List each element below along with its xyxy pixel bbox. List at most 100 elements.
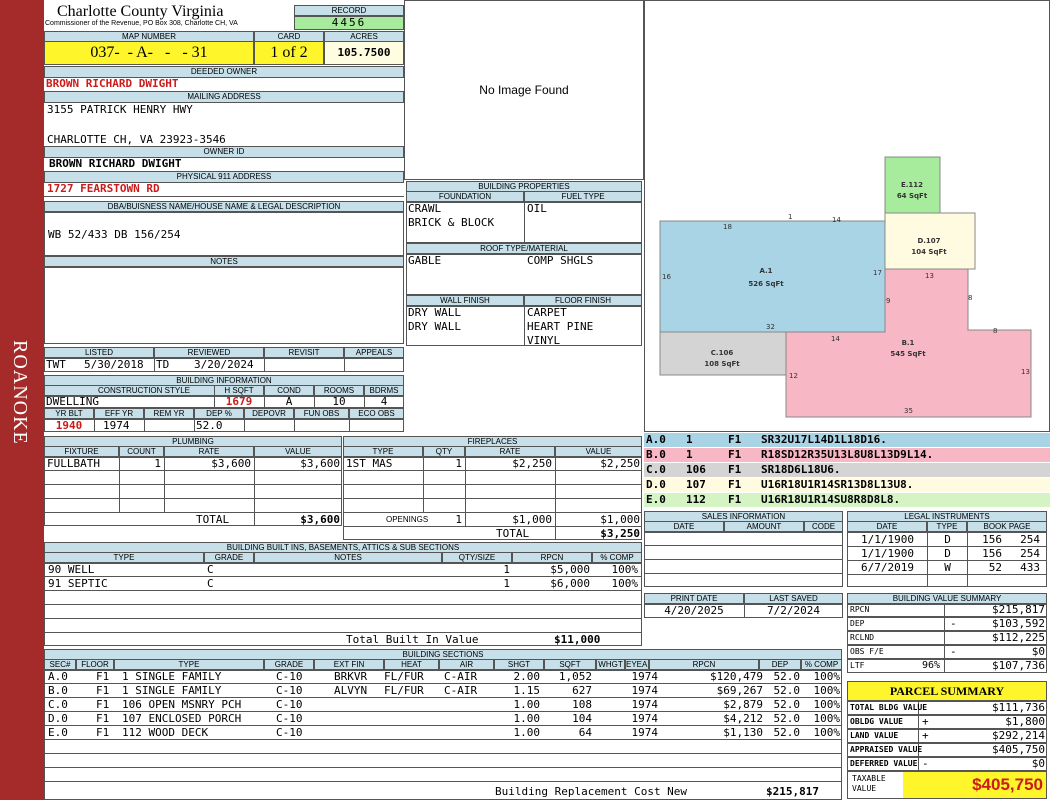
floor-1: CARPET: [527, 306, 567, 319]
vector-num: 112: [686, 493, 706, 506]
parcel-key: TOTAL BLDG VALUE: [850, 703, 928, 712]
sidebar-label: ROANOKE: [9, 340, 31, 445]
record-value: 4456: [294, 16, 404, 30]
vs-op: -: [950, 645, 957, 658]
dim-label: 35: [904, 407, 913, 415]
legal-book: 156: [982, 547, 1002, 560]
plumbing-rate: $3,600: [211, 457, 251, 470]
dim-label: 9: [886, 297, 890, 305]
fuel-1: OIL: [527, 202, 547, 215]
vector-sec: A.0: [646, 433, 666, 446]
sketch-svg: A.1 526 SqFt B.1 545 SqFt C.106 108 SqFt…: [659, 156, 1032, 418]
notes-area: [44, 266, 404, 344]
map-number: 037- - A- - - 31: [44, 41, 254, 65]
construction-style: DWELLING: [46, 395, 99, 408]
section-floor: F1: [96, 726, 110, 739]
vector-row: B.0 1 F1 R18SD12R35U13L8U8L13D9L14.: [644, 448, 1050, 463]
fp-total: $3,250: [600, 527, 640, 540]
listed-date: 5/30/2018: [84, 358, 144, 371]
floor-2: HEART PINE: [527, 320, 594, 333]
section-floor: F1: [96, 698, 110, 711]
dim-label: 8: [968, 294, 972, 302]
section-grade: C-10: [276, 670, 303, 683]
plumbing-value: $3,600: [300, 457, 340, 470]
vs-key: LTF: [850, 661, 865, 670]
bi-qty: 1: [503, 563, 510, 576]
acres-value: 105.7500: [324, 41, 404, 65]
plumbing-total: $3,600: [300, 513, 340, 526]
plumbing-count: 1: [154, 457, 161, 470]
phys-address: 1727 FEARSTOWN RD: [47, 182, 160, 195]
parcel-value: $292,214: [992, 729, 1045, 742]
vs-key: RPCN: [850, 605, 870, 614]
legal-book: 52: [988, 561, 1002, 574]
section-pct: 100%: [813, 684, 841, 697]
section-floor: F1: [96, 684, 110, 697]
floor-3: VINYL: [527, 334, 561, 347]
vector-num: 107: [686, 478, 706, 491]
cond-value: A: [285, 395, 293, 408]
section-grade: C-10: [276, 726, 303, 739]
effyr-value: 1974: [103, 419, 130, 432]
vector-sec: C.0: [646, 463, 666, 476]
vs-pct: 96%: [922, 660, 941, 671]
section-eyear: 1974: [631, 726, 659, 739]
section-grade: C-10: [276, 698, 303, 711]
legal-type: D: [944, 533, 951, 546]
parcel-value: $111,736: [992, 701, 1045, 714]
parcel-value: $405,750: [992, 743, 1045, 756]
mailing-addr2: CHARLOTTE CH, VA 23923-3546: [47, 133, 226, 146]
area-a-sqft: 526 SqFt: [748, 280, 784, 288]
roof-material: COMP SHGLS: [527, 254, 594, 267]
parcel-op: +: [922, 715, 929, 728]
parcel-summary-label: PARCEL SUMMARY: [847, 681, 1047, 701]
bi-qty: 1: [503, 577, 510, 590]
fp-total-label: TOTAL: [496, 527, 530, 540]
area-d-id: D.107: [917, 237, 940, 245]
section-eyear: 1974: [631, 698, 659, 711]
bi-grade: C: [207, 577, 214, 590]
legal-book: 156: [982, 533, 1002, 546]
section-type: 106 OPEN MSNRY PCH: [122, 698, 242, 711]
vector-sec: D.0: [646, 478, 666, 491]
section-sec: D.0: [48, 712, 68, 725]
plumbing-total-label: TOTAL: [196, 513, 230, 526]
roof-type: GABLE: [408, 254, 442, 267]
dim-label: 14: [831, 335, 840, 343]
card-value: 1 of 2: [254, 41, 324, 65]
area-b-id: B.1: [902, 339, 915, 347]
vector-row: E.0 112 F1 U16R18U1R14SU8R8D8L8.: [644, 493, 1050, 508]
section-floor: F1: [96, 670, 110, 683]
dim-label: 12: [789, 372, 798, 380]
vector-sec: E.0: [646, 493, 666, 506]
parcel-key: OBLDG VALUE: [850, 717, 903, 726]
area-c-id: C.106: [711, 349, 734, 357]
vector-floor: F1: [728, 463, 742, 476]
vs-value: $0: [1031, 645, 1045, 658]
sidebar: ROANOKE: [0, 0, 44, 800]
section-type: 112 WOOD DECK: [122, 726, 209, 739]
area-b-sqft: 545 SqFt: [890, 350, 926, 358]
vs-key: DEP: [850, 619, 865, 628]
listed-by: TWT: [46, 358, 66, 371]
parcel-key: LAND VALUE: [850, 731, 899, 740]
wall-1: DRY WALL: [408, 306, 461, 319]
dim-label: 13: [1021, 368, 1030, 376]
section-heat: FL/FUR: [384, 670, 424, 683]
section-ext: ALVYN: [334, 684, 368, 697]
legal-page: 254: [1020, 547, 1040, 560]
vs-value: $103,592: [992, 617, 1045, 630]
parcel-key: APPRAISED VALUE: [850, 745, 923, 754]
section-eyear: 1974: [631, 684, 659, 697]
mailing-label: MAILING ADDRESS: [44, 91, 404, 103]
vs-op: -: [950, 617, 957, 630]
parcel-op: -: [922, 757, 929, 770]
section-sec: C.0: [48, 698, 68, 711]
last-saved: 7/2/2024: [767, 604, 820, 617]
area-e-id: E.112: [901, 181, 923, 189]
mailing-addr1: 3155 PATRICK HENRY HWY: [47, 103, 193, 116]
foundation-2: BRICK & BLOCK: [408, 216, 495, 229]
reviewed-date: 3/20/2024: [194, 358, 254, 371]
section-type: 107 ENCLOSED PORCH: [122, 712, 242, 725]
foundation-1: CRAWL: [408, 202, 442, 215]
